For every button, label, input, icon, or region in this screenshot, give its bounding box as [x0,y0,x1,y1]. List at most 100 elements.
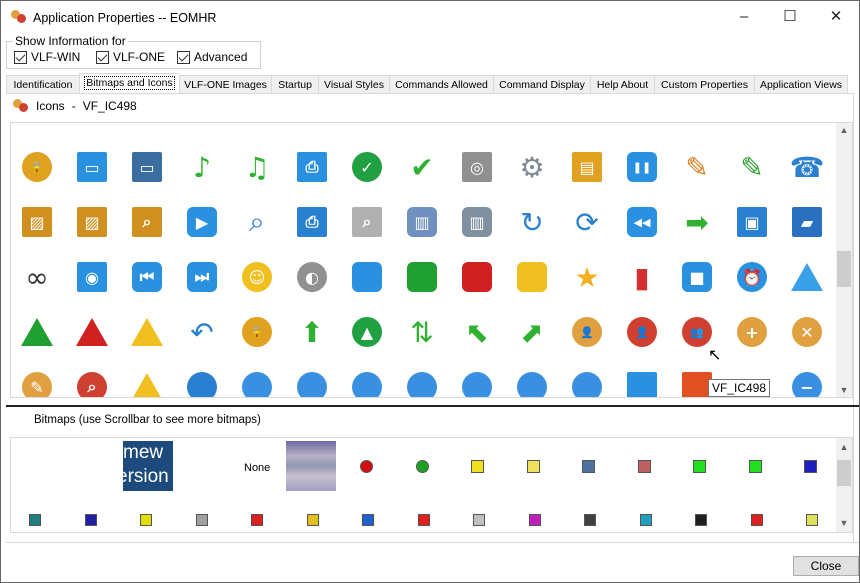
triangle-yellow-icon[interactable] [130,315,164,349]
check-circle-icon[interactable]: ✓ [350,150,384,184]
floppy-disk-icon[interactable]: ▣ [735,205,769,239]
bitmap-plug-green-icon[interactable] [748,460,762,473]
recycle-bin-full-icon[interactable]: ▥ [460,205,494,239]
music-note-icon[interactable]: ♪ [185,150,219,184]
refresh-icon[interactable]: ⟳ [570,205,604,239]
user-red-icon[interactable]: 👤 [625,315,659,349]
alarm-clock-icon[interactable]: ⏰ [735,260,769,294]
tab-help-about[interactable]: Help About [590,75,654,94]
tab-commands-allowed[interactable]: Commands Allowed [389,75,493,94]
vlf-win-checkbox[interactable]: VLF-WIN [14,50,80,64]
user-icon[interactable]: 👤 [570,315,604,349]
globe-search-icon[interactable] [460,370,494,397]
printer-icon[interactable]: ⎙ [295,205,329,239]
window-icon[interactable] [625,370,659,397]
bitmaps-scrollbar[interactable]: ▲ ▼ [836,438,852,532]
globe-note-icon[interactable] [405,370,439,397]
tab-bitmaps-and-icons[interactable]: Bitmaps and Icons [79,73,179,94]
splitter[interactable] [6,405,859,407]
maximize-button[interactable]: ☐ [767,1,813,33]
globe-music-icon[interactable] [350,370,384,397]
green-button-icon[interactable] [405,260,439,294]
bitmap-person-icon[interactable] [695,514,707,526]
unlock-icon[interactable]: 🔓 [240,315,274,349]
triangle-blue-icon[interactable] [790,260,824,294]
rewind-icon[interactable]: ◀◀ [625,205,659,239]
tab-vlf-one-images[interactable]: VLF-ONE Images [179,75,271,94]
stop-icon[interactable]: ■ [680,260,714,294]
skip-forward-icon[interactable]: ⏭ [185,260,219,294]
monitor-dark-icon[interactable]: ▭ [130,150,164,184]
minimize-button[interactable]: – [721,1,767,33]
pencil-orange-icon[interactable]: ✎ [680,150,714,184]
bitmap-database-sync-icon[interactable] [526,460,540,473]
bitmap-none[interactable]: None [244,462,270,474]
vlf-one-checkbox[interactable]: VLF-ONE [96,50,165,64]
red-button-icon[interactable] [460,260,494,294]
bitmap-green-ball-icon[interactable] [415,460,429,473]
pencil-green-icon[interactable]: ✎ [735,150,769,184]
scanner-icon[interactable]: ▰ [790,205,824,239]
monitor-cd-icon[interactable]: ◉ [75,260,109,294]
picture-icon[interactable]: ▨ [20,205,54,239]
bitmap-photo[interactable] [286,441,336,491]
tab-visual-styles[interactable]: Visual Styles [318,75,389,94]
speaker-icon[interactable]: ◐ [295,260,329,294]
redo-icon[interactable]: ↻ [515,205,549,239]
bitmap-person-green-icon[interactable] [693,460,706,473]
picture-search-icon[interactable]: ⌕ [130,205,164,239]
blue-button-icon[interactable] [350,260,384,294]
pause-icon[interactable]: ❚❚ [625,150,659,184]
bitmap-coins-icon[interactable] [306,514,319,526]
close-button[interactable]: Close [793,556,859,576]
bitmaps-grid[interactable]: mew ersion None ▲ ▼ [10,437,853,533]
computers-icon[interactable]: ⎙ [295,150,329,184]
user-delete-icon[interactable]: ✕ [790,315,824,349]
music-notes-icon[interactable]: ♫ [240,150,274,184]
bitmap-ie-doc-icon[interactable] [362,514,374,526]
arrows-up-down-icon[interactable]: ⇅ [405,315,439,349]
tab-identification[interactable]: Identification [6,75,79,94]
star-icon[interactable]: ★ [570,260,604,294]
telephone-icon[interactable]: ☎ [790,150,825,184]
bitmap-upload-icon[interactable] [471,460,484,473]
tab-command-display[interactable]: Command Display [493,75,590,94]
user-search-icon[interactable]: ⌕ [75,370,109,397]
globe-small-icon[interactable] [240,370,274,397]
magnifier-icon[interactable]: ⌕ [240,205,274,239]
bitmap-tape-drive-icon[interactable] [195,514,208,526]
skip-back-icon[interactable]: ⏮ [130,260,164,294]
advanced-checkbox[interactable]: Advanced [177,50,247,64]
scroll-down-arrow[interactable]: ▼ [836,518,852,528]
globe-arrow-icon[interactable] [295,370,329,397]
recycle-bin-icon[interactable]: ▥ [405,205,439,239]
icons-grid[interactable]: ▲ ▼ 🔒 ▭ ▭ ♪ ♫ ⎙ ✓ ✔ ◎ ⚙ ▤ ❚❚ ✎ ✎ ☎ ▨ ▨ ⌕ ▶ ⌕ ⎙ ⌕ ▥ ▥ ↻ ⟳ ◀◀ ➡ ▣ ▰ ∞ ◉ ⏮ ⏭… [10,122,853,398]
bitmap-red-ball-icon[interactable] [360,460,373,473]
bitmap-word-doc-icon[interactable] [84,514,97,526]
bitmap-banner[interactable]: mew ersion [123,441,173,491]
arrow-up-left-icon[interactable]: ⬉ [460,315,494,349]
bitmap-sparkle-jar-icon[interactable] [806,514,818,526]
up-circle-icon[interactable]: ▲ [350,315,384,349]
bitmap-lifebuoy-icon[interactable] [637,460,651,473]
bitmap-traffic-light-icon[interactable] [140,514,152,526]
zoom-out-icon[interactable]: − [790,370,824,397]
tab-startup[interactable]: Startup [271,75,318,94]
close-window-button[interactable]: ✕ [813,1,859,33]
arrow-right-icon[interactable]: ➡ [680,205,714,239]
picture-tilted-icon[interactable]: ▨ [75,205,109,239]
smiley-icon[interactable]: ☺ [240,260,274,294]
lock-icon[interactable]: 🔒 [20,150,54,184]
users-icon[interactable]: 👥 [680,315,714,349]
bitmap-printer-icon[interactable] [473,514,485,526]
bitmap-flag-red-icon[interactable] [750,514,763,526]
bar-chart-icon[interactable]: ▮ [625,260,659,294]
warning-icon[interactable] [130,370,164,397]
tab-custom-properties[interactable]: Custom Properties [654,75,754,94]
triangle-green-icon[interactable] [20,315,54,349]
bitmap-calculator-icon[interactable] [29,514,41,526]
globe-zoom-icon[interactable] [515,370,549,397]
binoculars-icon[interactable]: ∞ [20,260,54,294]
gears-icon[interactable]: ⚙ [515,150,549,184]
scroll-up-arrow[interactable]: ▲ [836,442,852,452]
